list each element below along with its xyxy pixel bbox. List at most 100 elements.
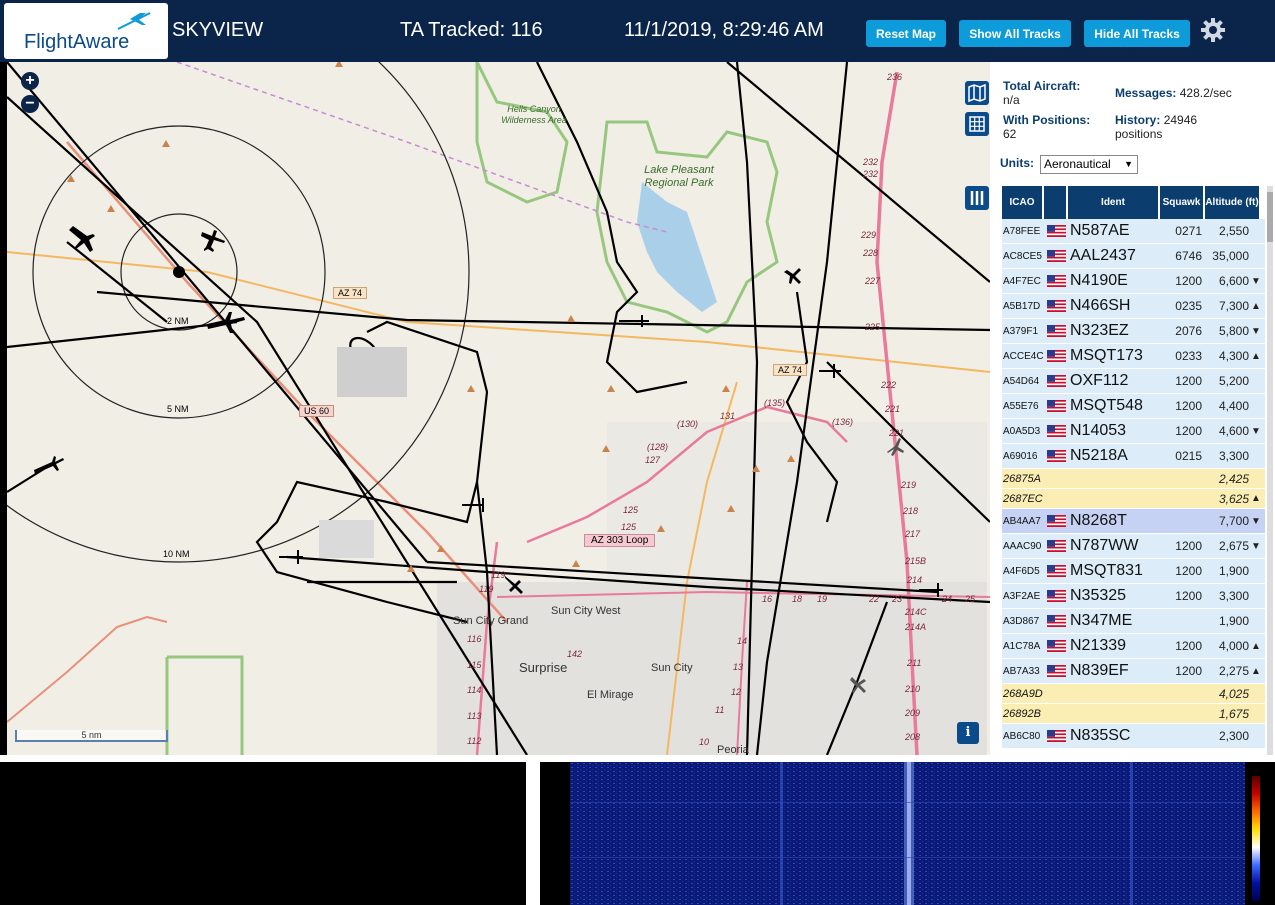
road-number: 221 xyxy=(889,428,905,438)
cell-altitude: 7,300 ▲ xyxy=(1205,294,1261,318)
flightaware-logo[interactable]: FlightAware xyxy=(4,3,168,59)
cell-icao: AAAC90 xyxy=(1003,540,1042,552)
cell-flag xyxy=(1044,634,1068,658)
road-number: 229 xyxy=(861,230,877,240)
table-row[interactable]: A3F2AE N35325 1200 3,300 xyxy=(1002,584,1265,609)
range-label-10nm: 10 NM xyxy=(163,549,190,559)
road-number: 14 xyxy=(737,636,748,646)
cell-squawk xyxy=(1160,509,1205,533)
table-row[interactable]: A55E76 MSQT548 1200 4,400 xyxy=(1002,394,1265,419)
col-ident[interactable]: Ident xyxy=(1068,186,1160,219)
cell-squawk xyxy=(1160,609,1205,633)
road-number: 214 xyxy=(907,575,923,585)
zoom-out-button[interactable]: − xyxy=(21,95,39,113)
table-row[interactable]: ACCE4C MSQT173 0233 4,300 ▲ xyxy=(1002,344,1265,369)
units-select[interactable]: Aeronautical ▼ xyxy=(1040,155,1138,174)
road-number: 227 xyxy=(865,276,881,286)
road-number: 11 xyxy=(715,705,725,715)
table-row[interactable]: A4F7EC N4190E 1200 6,600 ▼ xyxy=(1002,269,1265,294)
show-all-tracks-button[interactable]: Show All Tracks xyxy=(959,20,1071,47)
cell-squawk xyxy=(1160,724,1205,748)
shield-us60: US 60 xyxy=(299,405,335,417)
spectrum-panel xyxy=(540,762,1275,905)
info-button[interactable]: i xyxy=(957,722,979,744)
table-row[interactable]: AB7A33 N839EF 1200 2,275 ▲ xyxy=(1002,659,1265,684)
cell-ident: N21339 xyxy=(1070,637,1127,654)
cell-altitude: 6,600 ▼ xyxy=(1205,269,1261,293)
cell-flag xyxy=(1044,419,1068,443)
table-row[interactable]: A5B17D N466SH 0235 7,300 ▲ xyxy=(1002,294,1265,319)
table-scrollbar-thumb[interactable] xyxy=(1267,192,1273,242)
table-row[interactable]: A3D867 N347ME 1,900 xyxy=(1002,609,1265,634)
table-row[interactable]: 268A9D 4,025 xyxy=(1002,684,1265,704)
cell-ident: N466SH xyxy=(1070,297,1131,314)
table-row[interactable]: AC8CE5 AAL2437 6746 35,000 xyxy=(1002,244,1265,269)
map-view[interactable]: 2 NM 5 NM 10 NM Hells Canyon Wilderness … xyxy=(7,62,990,755)
cell-squawk: 1200 xyxy=(1175,539,1202,553)
table-row[interactable]: A379F1 N323EZ 2076 5,800 ▼ xyxy=(1002,319,1265,344)
cell-flag xyxy=(1044,444,1068,468)
place-surprise: Surprise xyxy=(519,660,568,675)
cell-squawk: 0235 xyxy=(1175,299,1202,313)
cell-altitude: 2,675 ▼ xyxy=(1205,534,1261,558)
col-altitude[interactable]: Altitude (ft) xyxy=(1205,186,1261,219)
hide-all-tracks-button[interactable]: Hide All Tracks xyxy=(1084,20,1190,47)
place-sun-city-west: Sun City West xyxy=(551,605,621,617)
cell-altitude: 3,300 xyxy=(1205,584,1261,608)
total-aircraft-label: Total Aircraft: xyxy=(1003,79,1081,93)
grid-toggle-button[interactable] xyxy=(965,112,989,136)
cell-ident: N35325 xyxy=(1070,587,1127,604)
altitude-value: 2,275 xyxy=(1218,664,1249,678)
cell-ident xyxy=(1068,489,1160,508)
table-row[interactable]: A54D64 OXF112 1200 5,200 xyxy=(1002,369,1265,394)
tracked-count: TA Tracked: 116 xyxy=(400,19,543,41)
cell-icao: A55E76 xyxy=(1003,400,1039,412)
table-row[interactable]: A4F6D5 MSQT831 1200 1,900 xyxy=(1002,559,1265,584)
table-row[interactable]: A1C78A N21339 1200 4,000 ▲ xyxy=(1002,634,1265,659)
road-number: 16 xyxy=(762,594,773,604)
altitude-trend-icon: ▼ xyxy=(1251,325,1261,337)
table-row[interactable]: A78FEE N587AE 0271 2,550 xyxy=(1002,219,1265,244)
map-layers-button[interactable] xyxy=(965,81,989,105)
cell-flag xyxy=(1044,294,1068,318)
road-number: 119 xyxy=(479,584,494,594)
road-number: (128) xyxy=(647,442,669,452)
col-squawk[interactable]: Squawk xyxy=(1160,186,1205,219)
range-label-2nm: 2 NM xyxy=(167,316,189,326)
map-canvas[interactable] xyxy=(7,62,990,755)
columns-toggle-button[interactable] xyxy=(965,186,989,210)
table-row[interactable]: AAAC90 N787WW 1200 2,675 ▼ xyxy=(1002,534,1265,559)
road-number: 211 xyxy=(907,658,922,668)
table-row[interactable]: 26875A 2,425 xyxy=(1002,469,1265,489)
road-number: 24 xyxy=(942,594,953,604)
cell-altitude: 1,675 xyxy=(1205,704,1261,723)
reset-map-button[interactable]: Reset Map xyxy=(866,20,946,47)
gear-icon[interactable] xyxy=(1200,17,1226,43)
cell-ident: MSQT548 xyxy=(1070,397,1143,414)
road-sw xyxy=(7,615,168,723)
table-row[interactable]: A0A5D3 N14053 1200 4,600 ▼ xyxy=(1002,419,1265,444)
cell-flag xyxy=(1044,369,1068,393)
table-row[interactable]: AB4AA7 N8268T 7,700 ▼ xyxy=(1002,509,1265,534)
cell-ident xyxy=(1068,704,1160,723)
road-number: 125 xyxy=(621,522,637,532)
road-number: 218 xyxy=(903,506,919,516)
us-flag-icon xyxy=(1046,515,1066,527)
col-icao[interactable]: ICAO xyxy=(1002,186,1044,219)
history-stat: History: 24946 positions xyxy=(1115,113,1240,141)
table-row[interactable]: 2687EC 3,625 ▲ xyxy=(1002,489,1265,509)
zoom-in-button[interactable]: + xyxy=(21,72,39,90)
altitude-trend-icon: ▼ xyxy=(1251,275,1261,287)
altitude-value: 4,300 xyxy=(1218,349,1249,363)
cell-flag xyxy=(1044,704,1068,723)
road-number: 208 xyxy=(905,732,921,742)
road-number: 25 xyxy=(965,594,976,604)
table-row[interactable]: 26892B 1,675 xyxy=(1002,704,1265,724)
altitude-value: 2,300 xyxy=(1218,729,1249,743)
table-row[interactable]: AB6C80 N835SC 2,300 xyxy=(1002,724,1265,749)
table-row[interactable]: A69016 N5218A 0215 3,300 xyxy=(1002,444,1265,469)
table-scrollbar[interactable] xyxy=(1267,186,1273,755)
col-flag[interactable] xyxy=(1044,186,1068,219)
road-number: 221 xyxy=(885,404,901,414)
wilderness-boundary xyxy=(475,62,569,204)
